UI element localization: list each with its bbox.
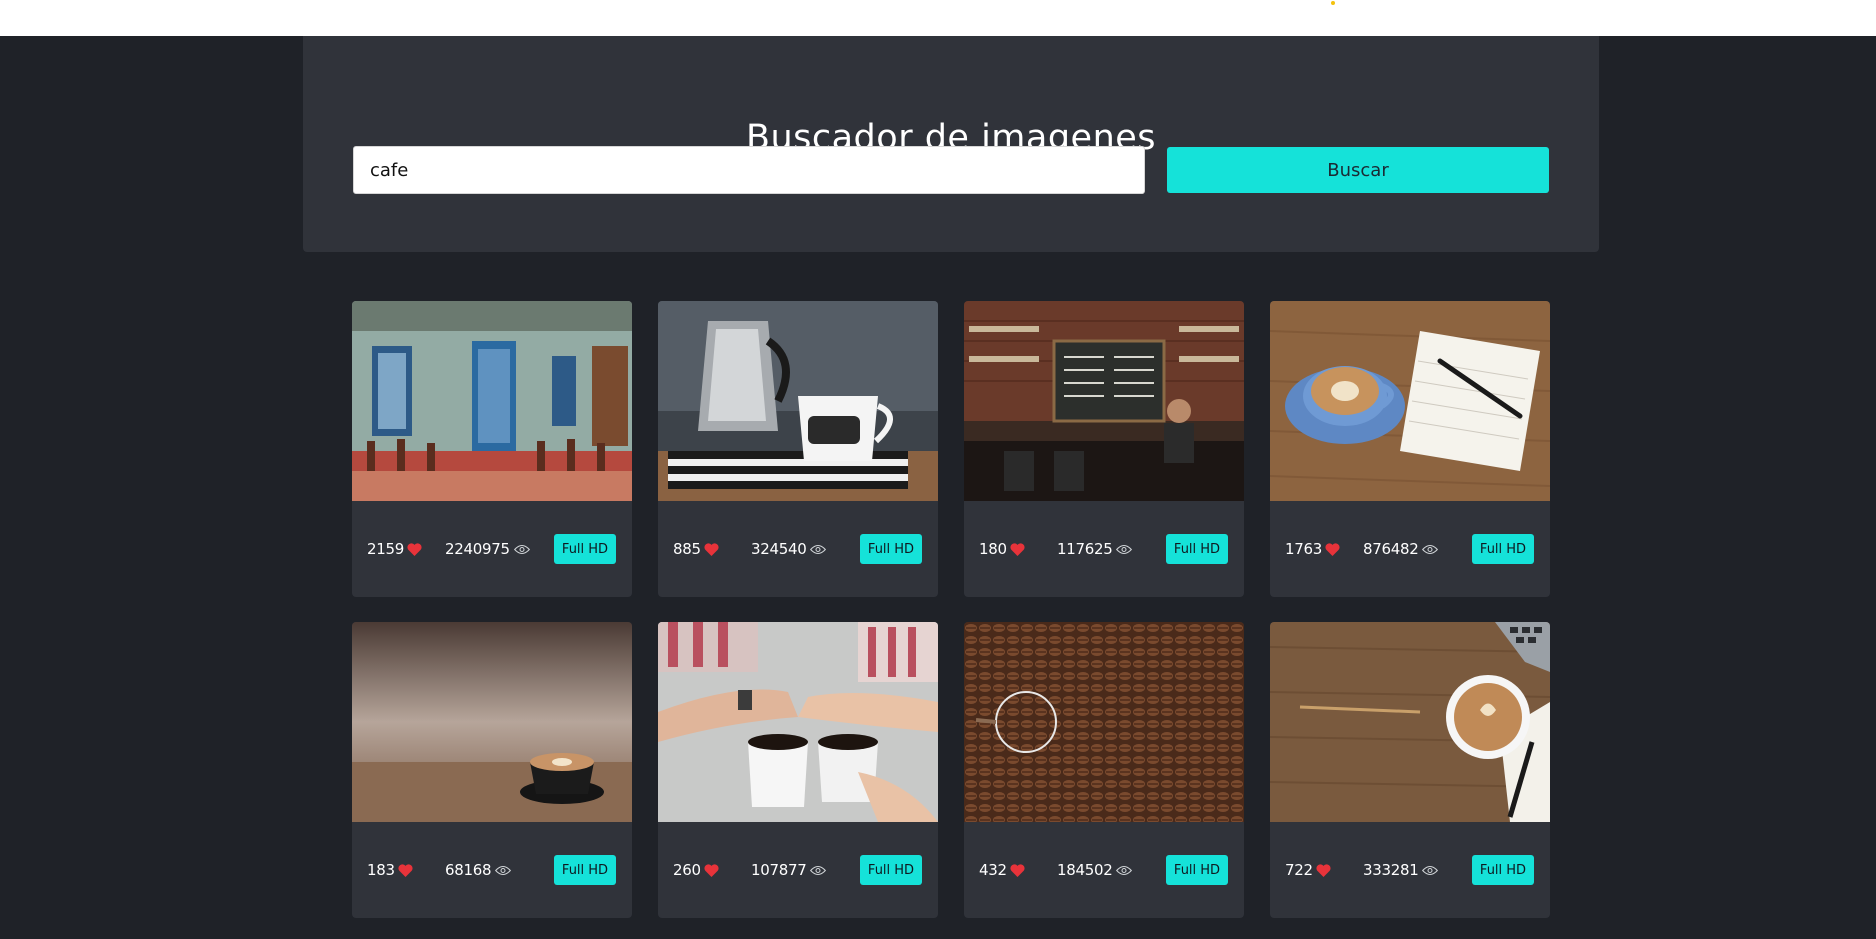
likes-count: 432 xyxy=(979,861,1007,879)
eye-icon xyxy=(1116,865,1133,875)
likes-count: 1763 xyxy=(1285,540,1322,558)
views-count: 68168 xyxy=(445,861,492,879)
results-grid: 2159 2240975 Full HD 885 324540 Full HD … xyxy=(352,301,1552,918)
views-count: 2240975 xyxy=(445,540,510,558)
search-button[interactable]: Buscar xyxy=(1167,147,1549,193)
views-count: 876482 xyxy=(1363,540,1419,558)
likes-count: 260 xyxy=(673,861,701,879)
card-stats: 260 107877 Full HD xyxy=(658,822,938,918)
views: 2240975 xyxy=(445,540,554,558)
card-stats: 722 333281 Full HD xyxy=(1270,822,1550,918)
likes-count: 2159 xyxy=(367,540,404,558)
eye-icon xyxy=(513,544,530,554)
result-image-two-coffee-cups-holding-hands[interactable] xyxy=(658,622,938,822)
views: 324540 xyxy=(751,540,860,558)
full-hd-button[interactable]: Full HD xyxy=(1472,534,1534,564)
views-count: 333281 xyxy=(1363,861,1419,879)
heart-icon xyxy=(1010,542,1025,556)
views: 117625 xyxy=(1057,540,1166,558)
likes-count: 885 xyxy=(673,540,701,558)
heart-icon xyxy=(1316,863,1331,877)
likes: 432 xyxy=(979,861,1057,879)
result-card: 180 117625 Full HD xyxy=(964,301,1244,597)
views-count: 107877 xyxy=(751,861,807,879)
heart-icon xyxy=(704,542,719,556)
views: 184502 xyxy=(1057,861,1166,879)
result-image-latte-and-notebook[interactable] xyxy=(1270,301,1550,501)
full-hd-button[interactable]: Full HD xyxy=(554,855,616,885)
full-hd-button[interactable]: Full HD xyxy=(1166,855,1228,885)
card-stats: 1763 876482 Full HD xyxy=(1270,501,1550,597)
heart-icon xyxy=(407,542,422,556)
result-card: 1763 876482 Full HD xyxy=(1270,301,1550,597)
eye-icon xyxy=(1422,865,1439,875)
views-count: 324540 xyxy=(751,540,807,558)
views: 107877 xyxy=(751,861,860,879)
views-count: 184502 xyxy=(1057,861,1113,879)
result-image-latte-on-wooden-desk[interactable] xyxy=(1270,622,1550,822)
likes: 2159 xyxy=(367,540,445,558)
likes: 180 xyxy=(979,540,1057,558)
result-card: 2159 2240975 Full HD xyxy=(352,301,632,597)
result-image-coffee-beans[interactable] xyxy=(964,622,1244,822)
full-hd-button[interactable]: Full HD xyxy=(1166,534,1228,564)
eye-icon xyxy=(1116,544,1133,554)
result-card: 260 107877 Full HD xyxy=(658,622,938,918)
result-image-coffee-mug-and-moka-pot[interactable] xyxy=(658,301,938,501)
heart-icon xyxy=(398,863,413,877)
search-input[interactable] xyxy=(353,146,1145,194)
likes-count: 180 xyxy=(979,540,1007,558)
heart-icon xyxy=(1325,542,1340,556)
card-stats: 2159 2240975 Full HD xyxy=(352,501,632,597)
result-image-coffee-shop-counter[interactable] xyxy=(964,301,1244,501)
result-image-latte-cup-on-table[interactable] xyxy=(352,622,632,822)
eye-icon xyxy=(810,865,827,875)
views: 876482 xyxy=(1363,540,1472,558)
eye-icon xyxy=(810,544,827,554)
likes: 722 xyxy=(1285,861,1363,879)
likes-count: 183 xyxy=(367,861,395,879)
likes: 885 xyxy=(673,540,751,558)
likes: 183 xyxy=(367,861,445,879)
views: 333281 xyxy=(1363,861,1472,879)
card-stats: 432 184502 Full HD xyxy=(964,822,1244,918)
card-stats: 183 68168 Full HD xyxy=(352,822,632,918)
likes: 260 xyxy=(673,861,751,879)
result-card: 885 324540 Full HD xyxy=(658,301,938,597)
full-hd-button[interactable]: Full HD xyxy=(860,534,922,564)
top-bar xyxy=(0,0,1876,36)
views: 68168 xyxy=(445,861,554,879)
heart-icon xyxy=(1010,863,1025,877)
loading-dot xyxy=(1331,1,1335,5)
search-panel: Buscador de imagenes Buscar xyxy=(303,36,1599,252)
eye-icon xyxy=(1422,544,1439,554)
full-hd-button[interactable]: Full HD xyxy=(860,855,922,885)
full-hd-button[interactable]: Full HD xyxy=(1472,855,1534,885)
views-count: 117625 xyxy=(1057,540,1113,558)
heart-icon xyxy=(704,863,719,877)
card-stats: 180 117625 Full HD xyxy=(964,501,1244,597)
card-stats: 885 324540 Full HD xyxy=(658,501,938,597)
likes: 1763 xyxy=(1285,540,1363,558)
result-image-cafe-street-facade[interactable] xyxy=(352,301,632,501)
full-hd-button[interactable]: Full HD xyxy=(554,534,616,564)
result-card: 722 333281 Full HD xyxy=(1270,622,1550,918)
likes-count: 722 xyxy=(1285,861,1313,879)
result-card: 432 184502 Full HD xyxy=(964,622,1244,918)
eye-icon xyxy=(495,865,512,875)
result-card: 183 68168 Full HD xyxy=(352,622,632,918)
